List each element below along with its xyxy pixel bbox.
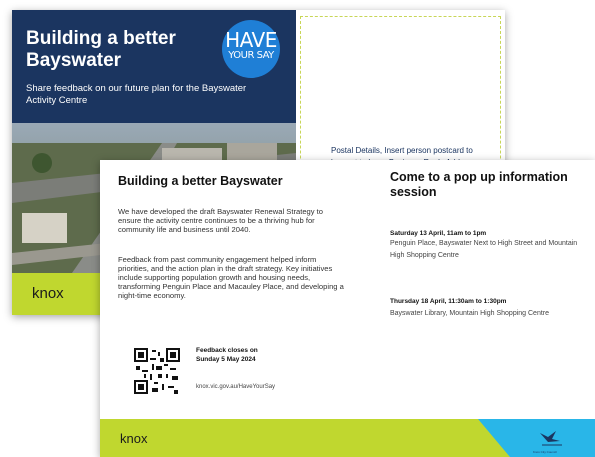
- intro-paragraph: We have developed the draft Bayswater Re…: [118, 207, 324, 234]
- session-date: Saturday 13 April, 11am to 1pm: [390, 230, 487, 237]
- council-label: Knox City Council: [533, 450, 557, 454]
- popup-session-title: Come to a pop up information session: [390, 170, 568, 199]
- session-location: Bayswater Library, Mountain High Shoppin…: [390, 310, 550, 317]
- feedback-url-link[interactable]: knox.vic.gov.au/HaveYourSay: [196, 384, 275, 390]
- front-title: Building a better Bayswater: [118, 174, 283, 188]
- back-title: Building a better Bayswater: [26, 28, 176, 71]
- feedback-closes-line2: Sunday 5 May 2024: [196, 356, 256, 363]
- badge-line1: HAVE: [225, 28, 277, 52]
- front-footer: knox: [100, 419, 595, 457]
- feedback-closes-line1: Feedback closes on: [196, 347, 258, 354]
- session-location: Penguin Place, Bayswater Next to High St…: [390, 240, 578, 259]
- feedback-closes-notice: Feedback closes on Sunday 5 May 2024: [196, 346, 296, 364]
- back-subtitle: Share feedback on our future plan for th…: [26, 83, 247, 106]
- postcard-front: Building a better Bayswater We have deve…: [100, 160, 595, 457]
- knox-logo: knox: [120, 431, 148, 446]
- have-your-say-badge-icon: HAVE YOUR SAY: [222, 20, 280, 78]
- feedback-paragraph: Feedback from past community engagement …: [118, 255, 344, 300]
- back-header: Building a better Bayswater Share feedba…: [12, 10, 296, 123]
- badge-line2: YOUR SAY: [228, 50, 274, 61]
- knox-logo: knox: [32, 285, 64, 302]
- qr-code-icon[interactable]: [132, 346, 182, 396]
- session-date: Thursday 18 April, 11:30am to 1:30pm: [390, 298, 507, 305]
